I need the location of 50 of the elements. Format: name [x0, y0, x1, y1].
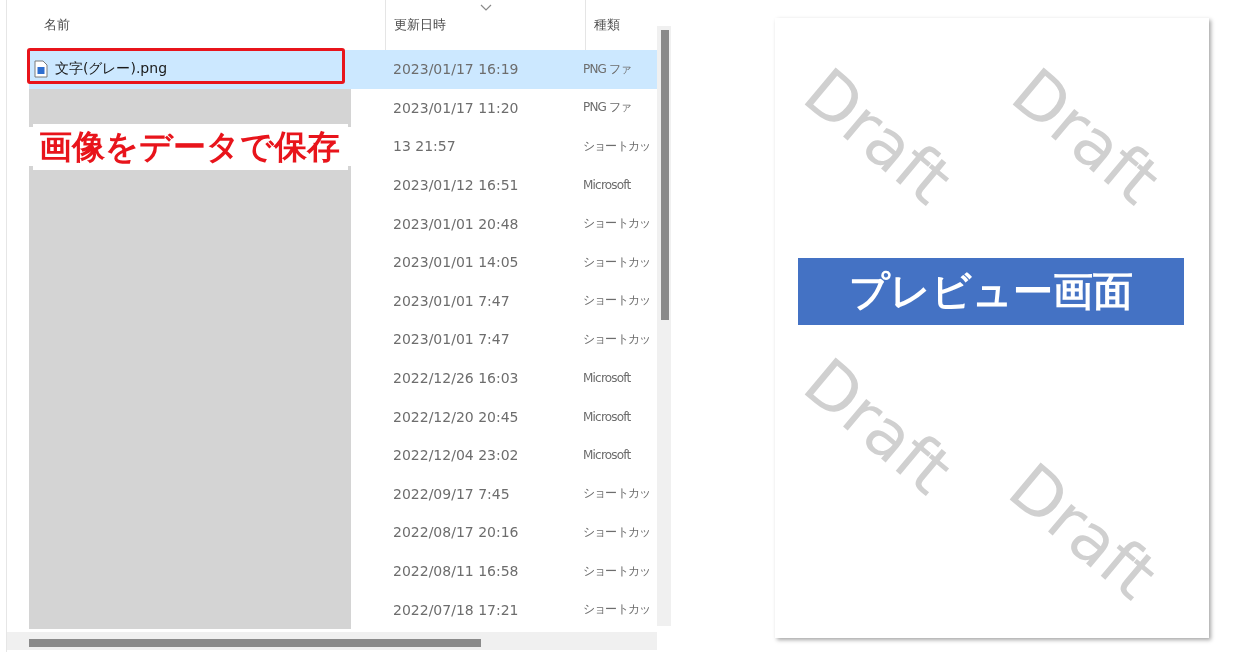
file-type: Microsoft: [583, 409, 632, 424]
modified-date: 2022/09/17 7:45: [393, 485, 511, 502]
modified-date: 2022/12/20 20:45: [393, 408, 520, 425]
modified-date: 2023/01/12 16:51: [393, 177, 520, 194]
file-row[interactable]: 2023/01/01 7:47 ショートカッ: [29, 281, 657, 321]
scroll-thumb[interactable]: [661, 30, 669, 320]
file-type: Microsoft: [583, 371, 632, 386]
modified-date: 2023/01/17 16:19: [393, 61, 520, 78]
modified-date: 2023/01/01 20:48: [393, 215, 520, 232]
modified-date: 2022/08/11 16:58: [393, 563, 520, 579]
modified-date: 2022/12/04 23:02: [393, 447, 520, 464]
file-row[interactable]: 2022/08/17 20:16 ショートカッ: [29, 513, 657, 552]
file-row[interactable]: 2022/07/18 17:21 ショートカッ: [29, 590, 657, 629]
column-header[interactable]: 名前: [29, 16, 385, 34]
file-type: ショートカッ: [583, 601, 652, 619]
file-type: ショートカッ: [583, 523, 652, 541]
file-row[interactable]: 2022/12/20 20:45 Microsoft: [29, 397, 657, 436]
file-row[interactable]: 2023/01/01 20:48 ショートカッ: [29, 204, 657, 243]
file-type: Microsoft: [583, 178, 632, 193]
chevron-down-icon: [480, 4, 492, 11]
file-name: 文字(グレー).png: [55, 60, 168, 79]
modified-date: 2022/07/18 17:21: [393, 601, 520, 618]
modified-date: 13 21:57: [393, 138, 457, 155]
file-row[interactable]: 2022/12/26 16:03 Microsoft: [29, 358, 657, 398]
file-type: ショートカッ: [583, 215, 652, 233]
file-row[interactable]: 2022/12/04 23:02 Microsoft: [29, 435, 657, 475]
modified-date: 2023/01/01 14:05: [393, 254, 520, 271]
file-type: ショートカッ: [583, 253, 652, 271]
file-type: PNG ファ: [583, 60, 633, 78]
annotation-tooltip: 画像をデータで保存: [33, 124, 348, 170]
file-row[interactable]: 文字(グレー).png 2023/01/17 16:19 PNG ファ: [29, 50, 657, 89]
file-type: Microsoft: [583, 448, 632, 463]
modified-date: 2023/01/17 11:20: [393, 99, 520, 116]
preview-banner: プレビュー画面: [798, 258, 1184, 325]
modified-date: 2022/08/17 20:16: [393, 524, 520, 541]
file-row[interactable]: 2023/01/01 7:47 ショートカッ: [29, 320, 657, 359]
file-row[interactable]: 2022/09/17 7:45 ショートカッ: [29, 474, 657, 514]
modified-date: 2023/01/01 7:47: [393, 292, 511, 309]
modified-date: 2023/01/01 7:47: [393, 331, 511, 348]
file-row[interactable]: 2023/01/01 14:05 ショートカッ: [29, 242, 657, 282]
file-type: PNG ファ: [583, 99, 633, 117]
file-type: ショートカッ: [583, 562, 652, 580]
file-type: ショートカッ: [583, 330, 652, 348]
file-type: ショートカッ: [583, 292, 652, 310]
file-type: ショートカッ: [583, 485, 652, 503]
scroll-thumb[interactable]: [29, 639, 481, 647]
modified-date: 2022/12/26 16:03: [393, 370, 520, 387]
image-file-icon: [34, 60, 48, 79]
file-type: ショートカッ: [583, 138, 652, 155]
file-row[interactable]: 2022/08/11 16:58 ショートカッ: [29, 551, 657, 591]
